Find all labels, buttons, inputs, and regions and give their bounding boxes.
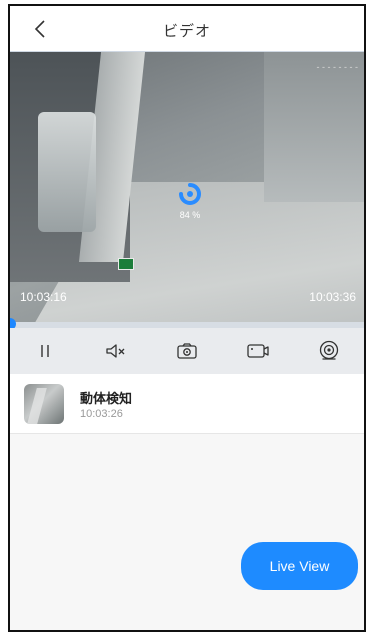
event-title: 動体検知: [80, 392, 133, 407]
pause-icon: [41, 345, 50, 357]
loading-indicator: 84 %: [170, 180, 210, 220]
live-view-button[interactable]: Live View: [241, 542, 358, 590]
loading-percent: 84 %: [179, 210, 201, 220]
camera-icon: [177, 343, 197, 359]
mute-button[interactable]: [103, 338, 129, 364]
pause-button[interactable]: [32, 338, 58, 364]
list-item[interactable]: 動体検知 10:03:26: [10, 374, 364, 434]
lens-icon: [319, 340, 338, 360]
page-title: ビデオ: [162, 22, 211, 40]
event-time: 10:03:26: [80, 408, 123, 420]
record-button[interactable]: [245, 338, 271, 364]
video-player[interactable]: - - - - - - - - 84 % 10:03:16 10:03:36: [10, 52, 364, 322]
header: ビデオ: [10, 6, 364, 52]
record-icon: [247, 344, 269, 358]
app-frame: ビデオ - - - - - - - - 84 % 10:03:16 10:03:…: [8, 4, 366, 632]
screenshot-button[interactable]: [174, 338, 200, 364]
event-thumbnail: [24, 384, 64, 424]
playback-controls: [10, 328, 364, 374]
clip-end-time: 10:03:36: [309, 290, 356, 304]
event-thumbnail-detail: [27, 388, 47, 424]
loading-spinner-icon: [179, 183, 201, 205]
video-scene-object: [38, 112, 96, 232]
video-scene-wall-right: [264, 52, 364, 202]
ptz-button[interactable]: [316, 338, 342, 364]
video-watermark: - - - - - - - -: [316, 62, 358, 72]
clip-start-time: 10:03:16: [20, 290, 67, 304]
video-scene-exit-sign: [118, 258, 134, 270]
mute-icon: [106, 344, 125, 358]
